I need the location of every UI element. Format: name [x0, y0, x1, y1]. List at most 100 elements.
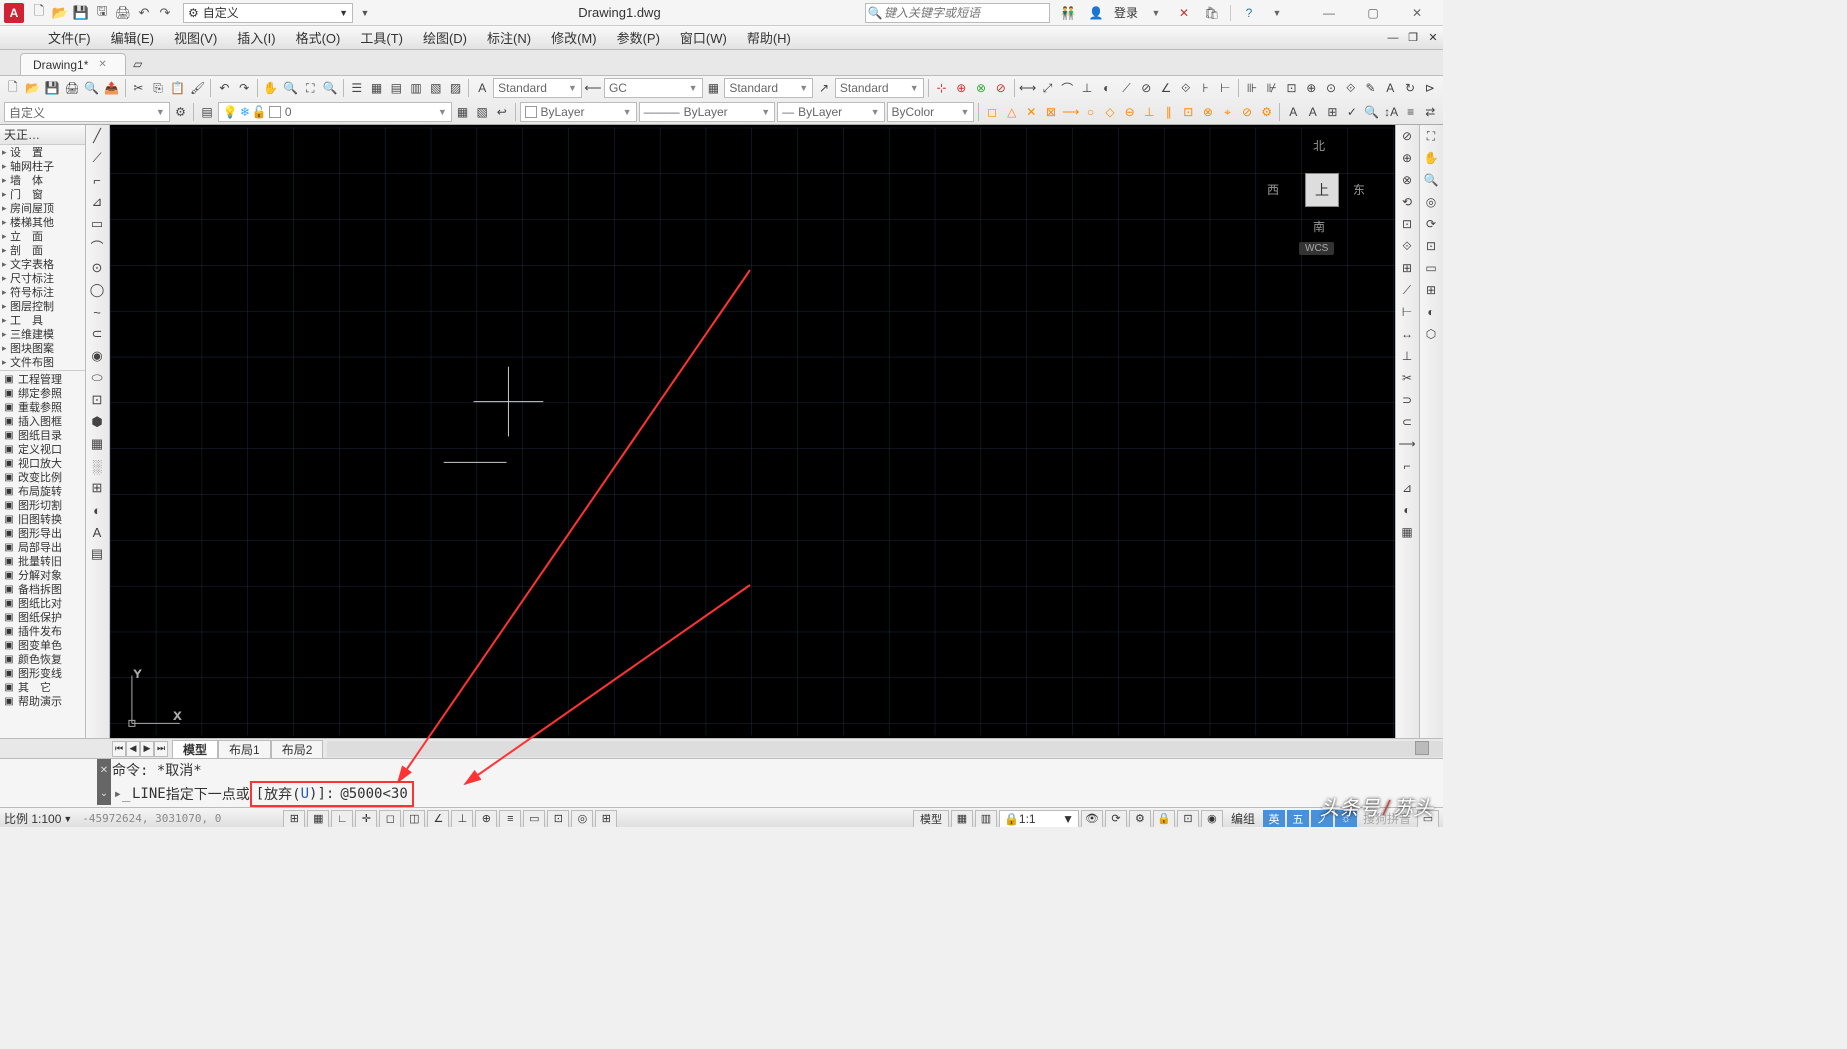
tool-palette-icon[interactable]: ▤	[387, 79, 405, 97]
dyn-toggle[interactable]: ⊕	[475, 810, 497, 828]
layout-tab-model[interactable]: 模型	[172, 740, 218, 758]
nav-tool-0[interactable]: ⛶	[1420, 125, 1442, 147]
dim-jogged-icon[interactable]: ⟋	[1118, 79, 1136, 97]
menu-help[interactable]: 帮助(H)	[737, 26, 801, 49]
preview-icon[interactable]: 🔍	[83, 79, 101, 97]
menu-modify[interactable]: 修改(M)	[541, 26, 607, 49]
draw-tool-8[interactable]: ~	[86, 301, 108, 323]
grid-toggle[interactable]: ▦	[307, 810, 329, 828]
menu-parametric[interactable]: 参数(P)	[607, 26, 670, 49]
dim-ordinate-icon[interactable]: ⊥	[1078, 79, 1096, 97]
draw-tool-1[interactable]: ⟋	[86, 147, 108, 169]
justify-icon[interactable]: ≡	[1402, 103, 1420, 121]
panel-item[interactable]: ▸剖 面	[0, 243, 85, 257]
match-prop-icon[interactable]: 🖌	[189, 79, 207, 97]
zoom-prev-icon[interactable]: 🔍	[321, 79, 339, 97]
table-style-dropdown[interactable]: Standard▼	[724, 78, 813, 98]
dim-edit-icon[interactable]: ✎	[1362, 79, 1380, 97]
tolerance-icon[interactable]: ⊡	[1283, 79, 1301, 97]
model-space-button[interactable]: 模型	[913, 810, 949, 828]
snap-par-icon[interactable]: ∥	[1160, 103, 1178, 121]
snap-qua-icon[interactable]: ◇	[1101, 103, 1119, 121]
nav-tool-8[interactable]: ◐	[1420, 301, 1442, 323]
dim-baseline-icon[interactable]: ⊦	[1197, 79, 1215, 97]
qp-toggle[interactable]: ⊡	[547, 810, 569, 828]
h-scrollbar[interactable]	[327, 741, 1443, 757]
dim-linear-icon[interactable]: ⟷	[1019, 79, 1037, 97]
menu-window[interactable]: 窗口(W)	[670, 26, 737, 49]
text-icon[interactable]: A	[1284, 103, 1302, 121]
panel-item[interactable]: ▸三维建模	[0, 327, 85, 341]
ortho-toggle[interactable]: ∟	[331, 810, 353, 828]
find-icon[interactable]: 🔍	[1363, 103, 1381, 121]
osnap-icon[interactable]: ⊹	[933, 79, 951, 97]
panel-item[interactable]: ▣备档拆图	[0, 582, 85, 596]
panel-item[interactable]: ▣旧图转换	[0, 512, 85, 526]
draw-tool-7[interactable]: ◯	[86, 279, 108, 301]
snap-settings-icon[interactable]: ⚙	[1258, 103, 1276, 121]
dim-quick-icon[interactable]: ⟐	[1177, 79, 1195, 97]
snap-end-icon[interactable]: ◻	[983, 103, 1001, 121]
new-icon[interactable]: 🗋	[30, 4, 48, 22]
doc-close-button[interactable]: ✕	[1423, 29, 1443, 47]
dim-last-icon[interactable]: ⊳	[1421, 79, 1439, 97]
osnap3-icon[interactable]: ⊗	[972, 79, 990, 97]
viewcube-west[interactable]: 西	[1267, 181, 1279, 198]
center-mark-icon[interactable]: ⊕	[1302, 79, 1320, 97]
sheet-set-icon[interactable]: ▥	[407, 79, 425, 97]
tab-first-button[interactable]: ⏮	[112, 741, 126, 757]
panel-item[interactable]: ▸房间屋顶	[0, 201, 85, 215]
spell-icon[interactable]: ✓	[1343, 103, 1361, 121]
panel-item[interactable]: ▣颜色恢复	[0, 652, 85, 666]
snap-appint-icon[interactable]: ⊠	[1042, 103, 1060, 121]
layer-states-icon[interactable]: ▦	[454, 103, 472, 121]
snap-none-icon[interactable]: ⊘	[1238, 103, 1256, 121]
ime-lang[interactable]: 英	[1263, 810, 1285, 828]
design-center-icon[interactable]: ▦	[368, 79, 386, 97]
open-icon[interactable]: 📂	[51, 4, 69, 22]
layout-tab-2[interactable]: 布局2	[271, 740, 324, 758]
panel-item[interactable]: ▣改变比例	[0, 470, 85, 484]
snap-int-icon[interactable]: ✕	[1023, 103, 1041, 121]
polar-toggle[interactable]: ✛	[355, 810, 377, 828]
modify-tool-17[interactable]: ◐	[1396, 499, 1418, 521]
anno-auto-toggle[interactable]: ⟳	[1105, 810, 1127, 828]
panel-item[interactable]: ▣图纸保护	[0, 610, 85, 624]
snap-cen-icon[interactable]: ○	[1082, 103, 1100, 121]
doc-restore-button[interactable]: ❐	[1403, 29, 1423, 47]
modify-tool-1[interactable]: ⊕	[1396, 147, 1418, 169]
linetype-dropdown[interactable]: ———ByLayer▼	[639, 102, 776, 122]
new-tab-button[interactable]: ▱	[126, 53, 150, 75]
inspect-icon[interactable]: ⊙	[1322, 79, 1340, 97]
modify-tool-12[interactable]: ⊃	[1396, 389, 1418, 411]
cut-icon[interactable]: ✂	[129, 79, 147, 97]
snap-toggle[interactable]: ⊞	[283, 810, 305, 828]
isolate-icon[interactable]: ◉	[1201, 810, 1223, 828]
publish-icon[interactable]: 📤	[103, 79, 121, 97]
layout-tab-1[interactable]: 布局1	[218, 740, 271, 758]
new-file-icon[interactable]: 🗋	[4, 79, 22, 97]
layer-prev-icon[interactable]: ↩	[493, 103, 511, 121]
sc-toggle[interactable]: ◎	[571, 810, 593, 828]
lwt-toggle[interactable]: ≡	[499, 810, 521, 828]
menu-edit[interactable]: 编辑(E)	[101, 26, 164, 49]
viewcube-north[interactable]: 北	[1313, 137, 1325, 154]
panel-item[interactable]: ▣图变单色	[0, 638, 85, 652]
undo-icon[interactable]: ↶	[135, 4, 153, 22]
panel-header[interactable]: 天正…	[0, 125, 85, 145]
close-button[interactable]: ✕	[1395, 1, 1439, 25]
open-file-icon[interactable]: 📂	[24, 79, 42, 97]
tab-last-button[interactable]: ⏭	[154, 741, 168, 757]
ime-settings-icon[interactable]: ☼	[1335, 810, 1357, 828]
plotstyle-dropdown[interactable]: ByColor▼	[887, 102, 975, 122]
scale-text-icon[interactable]: ↕A	[1382, 103, 1400, 121]
osnap4-icon[interactable]: ⊘	[992, 79, 1010, 97]
panel-item[interactable]: ▸门 窗	[0, 187, 85, 201]
dim-break-icon[interactable]: ⊮	[1263, 79, 1281, 97]
panel-item[interactable]: ▣图纸目录	[0, 428, 85, 442]
saveas-icon[interactable]: 🖫	[93, 4, 111, 22]
layer-dropdown[interactable]: 💡❄🔓 0▼	[218, 102, 452, 122]
dim-radius-icon[interactable]: ◐	[1098, 79, 1116, 97]
drawing-canvas[interactable]: Y X 北 南 东 西 上 WCS	[110, 125, 1395, 738]
dim-angular-icon[interactable]: ∠	[1157, 79, 1175, 97]
